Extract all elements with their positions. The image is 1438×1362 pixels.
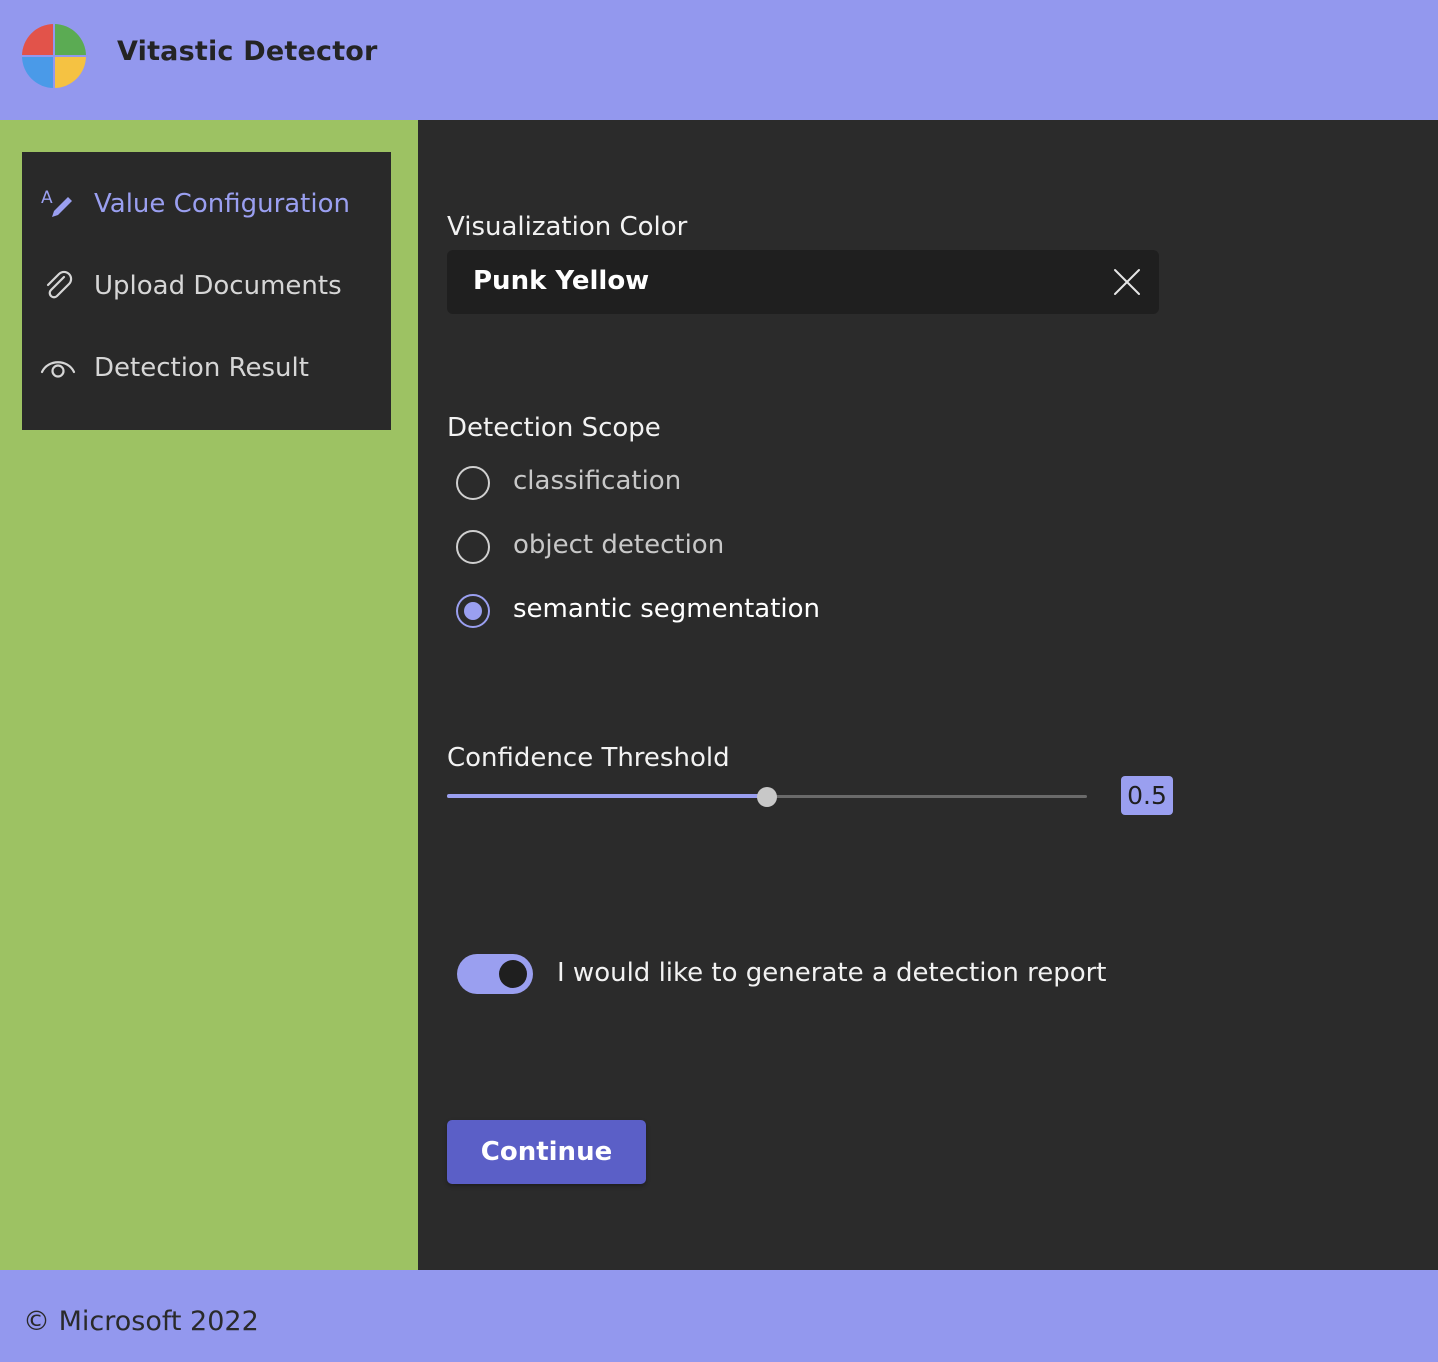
visualization-color-combobox[interactable]: Punk Yellow	[447, 250, 1159, 314]
radio-label: object detection	[513, 530, 725, 560]
radio-circle	[456, 466, 490, 500]
nav-label: Value Configuration	[94, 189, 350, 219]
nav-item-detection-result[interactable]: Detection Result	[22, 332, 391, 404]
nav-item-upload-documents[interactable]: Upload Documents	[22, 250, 391, 322]
sidebar: A Value Configuration Upload Documents D…	[0, 120, 418, 1270]
text-edit-icon: A	[41, 188, 72, 217]
detection-scope-label: Detection Scope	[447, 413, 661, 443]
slider-thumb[interactable]	[757, 787, 777, 807]
app-title: Vitastic Detector	[117, 36, 378, 67]
report-toggle[interactable]	[457, 954, 533, 994]
nav-item-value-configuration[interactable]: A Value Configuration	[22, 168, 391, 240]
visualization-color-value: Punk Yellow	[473, 266, 650, 296]
radio-label: semantic segmentation	[513, 594, 821, 624]
app-logo-icon	[22, 24, 86, 88]
paperclip-icon	[46, 270, 73, 299]
eye-icon	[40, 361, 76, 378]
confidence-threshold-slider[interactable]	[447, 784, 1087, 808]
close-icon[interactable]	[1113, 268, 1141, 296]
radio-circle	[456, 594, 490, 628]
svg-text:A: A	[41, 188, 53, 208]
report-toggle-label: I would like to generate a detection rep…	[557, 958, 1107, 988]
radio-label: classification	[513, 466, 682, 496]
threshold-value-badge: 0.5	[1121, 776, 1173, 815]
app-header: Vitastic Detector	[0, 0, 1438, 120]
footer: © Microsoft 2022	[0, 1270, 1438, 1362]
toggle-knob	[499, 960, 527, 988]
nav-label: Upload Documents	[94, 271, 342, 301]
visualization-color-label: Visualization Color	[447, 212, 688, 242]
nav-menu: A Value Configuration Upload Documents D…	[22, 152, 391, 430]
slider-fill	[447, 794, 767, 798]
main-panel: Visualization Color Punk Yellow Detectio…	[418, 120, 1438, 1270]
nav-label: Detection Result	[94, 353, 309, 383]
copyright-text: © Microsoft 2022	[23, 1306, 259, 1337]
continue-button[interactable]: Continue	[447, 1120, 646, 1184]
confidence-threshold-label: Confidence Threshold	[447, 743, 730, 773]
radio-circle	[456, 530, 490, 564]
